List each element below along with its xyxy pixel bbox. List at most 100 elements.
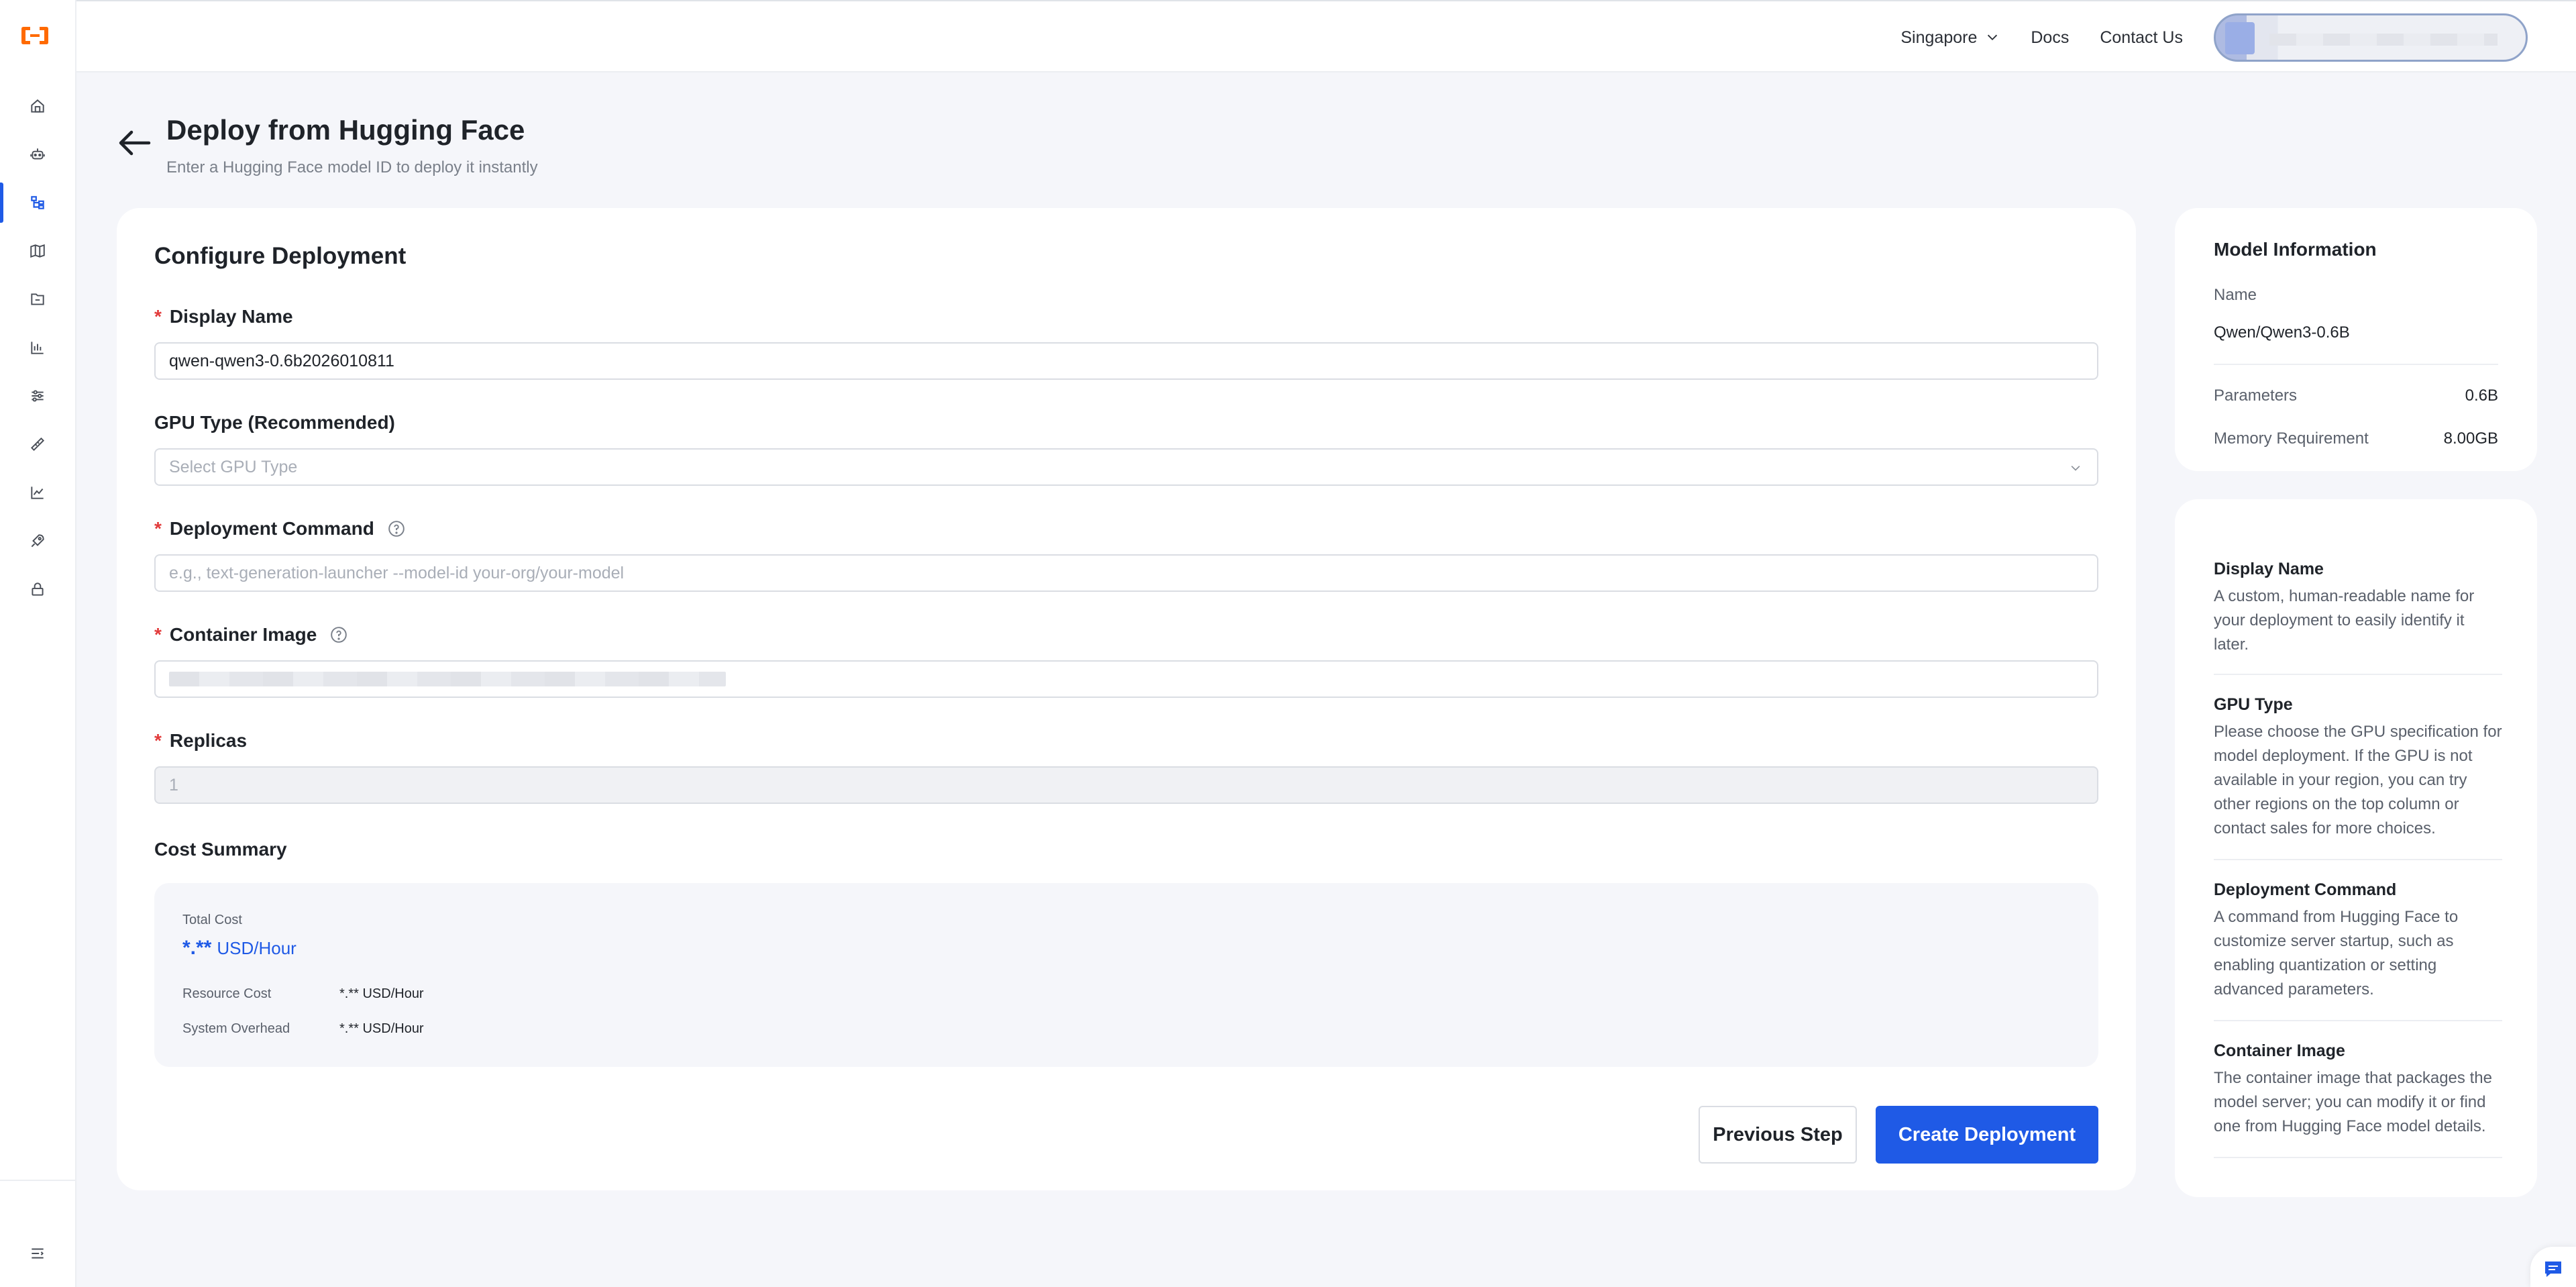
rocket-icon (31, 534, 44, 548)
region-selector[interactable]: Singapore (1900, 28, 2000, 48)
display-name-input[interactable]: qwen-qwen3-0.6b2026010811 (154, 342, 2098, 380)
sidebar-divider (0, 1180, 75, 1181)
folder-icon (31, 293, 44, 305)
help-icon[interactable] (388, 520, 405, 537)
sidebar-item-analytics[interactable] (0, 323, 75, 372)
help-text: A custom, human-readable name for your d… (2214, 587, 2475, 654)
divider (2214, 674, 2502, 675)
redacted-value (169, 672, 726, 686)
help-display-name: Display Name A custom, human-readable na… (2214, 560, 2502, 657)
create-deployment-button[interactable]: Create Deployment (1876, 1106, 2098, 1164)
back-arrow-icon[interactable] (117, 130, 152, 156)
sidebar-item-launch[interactable] (0, 517, 75, 565)
deployment-command-label-text: Deployment Command (169, 518, 374, 539)
map-icon (30, 244, 45, 258)
required-marker: * (154, 518, 162, 539)
help-title: Display Name (2214, 560, 2324, 578)
previous-step-button[interactable]: Previous Step (1699, 1106, 1857, 1164)
help-icon[interactable] (330, 626, 347, 644)
sidebar-item-tools[interactable] (0, 420, 75, 468)
model-name-value: Qwen/Qwen3-0.6B (2214, 323, 2350, 342)
line-chart-icon (31, 486, 44, 499)
replicas-input[interactable]: 1 (154, 766, 2098, 804)
required-marker: * (154, 730, 162, 751)
divider (2214, 364, 2498, 365)
system-overhead-label: System Overhead (182, 1021, 290, 1036)
memory-requirement-label: Memory Requirement (2214, 429, 2369, 448)
help-title: Container Image (2214, 1041, 2345, 1060)
logo-icon[interactable] (19, 24, 50, 47)
sidebar-item-files[interactable] (0, 275, 75, 323)
cost-summary-box: Total Cost *.** USD/Hour Resource Cost *… (154, 883, 2098, 1067)
collapse-icon[interactable] (29, 1245, 46, 1262)
chat-button[interactable] (2530, 1247, 2576, 1287)
replicas-label: * Replicas (154, 730, 247, 752)
sidebar (0, 0, 76, 1287)
sidebar-item-map[interactable] (0, 227, 75, 275)
configure-deployment-card: Configure Deployment * Display Name qwen… (117, 208, 2136, 1190)
lock-icon (32, 582, 44, 596)
docs-link[interactable]: Docs (2031, 28, 2069, 48)
page-subtitle: Enter a Hugging Face model ID to deploy … (166, 158, 538, 176)
contact-link[interactable]: Contact Us (2100, 28, 2183, 48)
region-label: Singapore (1900, 28, 1978, 47)
bar-chart-icon (31, 342, 44, 354)
parameters-label: Parameters (2214, 387, 2298, 405)
required-marker: * (154, 306, 162, 327)
chat-icon (2545, 1262, 2561, 1277)
system-overhead-value: *.** USD/Hour (339, 1021, 424, 1036)
help-gpu-type: GPU Type Please choose the GPU specifica… (2214, 695, 2502, 841)
help-container-image: Container Image The container image that… (2214, 1041, 2502, 1139)
container-image-input[interactable] (154, 660, 2098, 698)
sidebar-item-home[interactable] (0, 82, 75, 130)
sidebar-item-deployments[interactable] (0, 178, 75, 227)
sidebar-item-monitoring[interactable] (0, 468, 75, 517)
container-image-label: * Container Image (154, 624, 347, 646)
required-marker: * (154, 624, 162, 645)
total-cost-amount: *.** (182, 937, 212, 959)
total-cost-unit: USD/Hour (217, 938, 297, 958)
gpu-type-label: GPU Type (Recommended) (154, 412, 395, 433)
sliders-icon (32, 390, 44, 402)
divider (2214, 1157, 2502, 1158)
robot-icon (30, 148, 45, 160)
deployment-command-input[interactable]: e.g., text-generation-launcher --model-i… (154, 554, 2098, 592)
cost-summary-title: Cost Summary (154, 839, 287, 860)
chevron-down-icon (1988, 34, 1998, 41)
divider (2214, 859, 2502, 860)
divider (2214, 1020, 2502, 1021)
gpu-type-placeholder: Select GPU Type (169, 457, 298, 476)
top-nav: Singapore Docs Contact Us (1900, 13, 2528, 62)
page-title: Deploy from Hugging Face (166, 114, 525, 146)
top-bar: Singapore Docs Contact Us (76, 0, 2576, 72)
sidebar-item-models[interactable] (0, 130, 75, 178)
model-info-title: Model Information (2214, 239, 2377, 260)
user-account-button[interactable] (2214, 13, 2528, 62)
field-help-card: Display Name A custom, human-readable na… (2175, 499, 2537, 1197)
help-deployment-command: Deployment Command A command from Huggin… (2214, 880, 2502, 1002)
chevron-down-icon (2071, 466, 2080, 471)
model-name-label: Name (2214, 286, 2257, 304)
replicas-label-text: Replicas (169, 730, 248, 751)
sidebar-nav (0, 82, 75, 613)
home-icon (31, 99, 44, 113)
resource-cost-value: *.** USD/Hour (339, 986, 424, 1001)
sidebar-item-security[interactable] (0, 565, 75, 613)
display-name-label: * Display Name (154, 306, 293, 327)
memory-requirement-value: 8.00GB (2443, 429, 2498, 448)
help-text: A command from Hugging Face to customize… (2214, 908, 2459, 998)
sidebar-item-settings[interactable] (0, 372, 75, 420)
card-title: Configure Deployment (154, 243, 407, 269)
resource-cost-label: Resource Cost (182, 986, 272, 1001)
gpu-type-select[interactable]: Select GPU Type (154, 448, 2098, 486)
total-cost-label: Total Cost (182, 913, 242, 927)
ruler-icon (30, 437, 45, 452)
tree-icon (31, 196, 44, 209)
parameters-value: 0.6B (2465, 387, 2498, 405)
help-text: Please choose the GPU specification for … (2214, 723, 2502, 837)
model-information-card: Model Information Name Qwen/Qwen3-0.6B P… (2175, 208, 2537, 471)
help-title: Deployment Command (2214, 880, 2397, 899)
display-name-label-text: Display Name (169, 306, 293, 327)
deployment-command-label: * Deployment Command (154, 518, 405, 539)
container-image-label-text: Container Image (169, 624, 317, 645)
